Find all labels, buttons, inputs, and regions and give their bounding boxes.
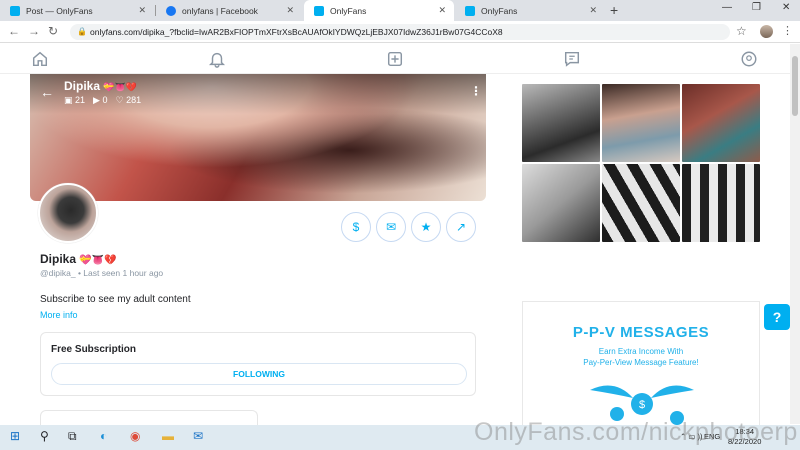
tab-post[interactable]: Post — OnlyFans ✕: [0, 0, 154, 21]
video-icon: ▶: [93, 95, 100, 105]
photos-count: ▣ 21: [64, 95, 86, 105]
gallery-photo[interactable]: [602, 84, 680, 162]
gallery-photo[interactable]: [602, 164, 680, 242]
site-navbar: [0, 44, 800, 74]
gallery-photo[interactable]: [682, 164, 760, 242]
new-tab-button[interactable]: +: [610, 2, 618, 18]
scrollbar[interactable]: [790, 44, 800, 424]
tab-onlyfans[interactable]: OnlyFans ✕: [455, 0, 605, 21]
profile-name: Dipika 💝👅💔: [40, 252, 117, 266]
bell-icon[interactable]: [208, 50, 226, 68]
profile-stats: ▣ 21 ▶ 0 ♡ 281: [64, 95, 141, 106]
tab-label: OnlyFans: [481, 5, 518, 16]
facebook-favicon-icon: [166, 5, 176, 16]
avatar[interactable]: [38, 183, 98, 243]
gallery-photo[interactable]: [682, 84, 760, 162]
restore-icon[interactable]: ❐: [752, 2, 761, 13]
tab-onlyfans-active[interactable]: OnlyFans ✕: [304, 0, 454, 21]
url-text: onlyfans.com/dipika_?fbclid=IwAR2BxFIOPT…: [90, 27, 503, 37]
message-icon: ✉: [385, 220, 397, 234]
close-icon[interactable]: ✕: [138, 5, 146, 16]
close-icon[interactable]: ✕: [286, 5, 294, 16]
videos-count: ▶ 0: [93, 95, 108, 105]
forward-icon[interactable]: →: [28, 24, 40, 38]
share-button[interactable]: ↗: [446, 212, 476, 242]
onlyfans-favicon-icon: [465, 5, 475, 16]
ppv-promo-card[interactable]: P-P-V MESSAGES Earn Extra Income With Pa…: [522, 301, 760, 426]
close-icon[interactable]: ✕: [589, 5, 597, 16]
back-icon[interactable]: ←: [8, 24, 20, 38]
media-gallery: [522, 84, 760, 242]
following-button[interactable]: FOLLOWING: [51, 363, 467, 385]
profile-bio: Subscribe to see my adult content: [40, 294, 191, 305]
promo-title: P-P-V MESSAGES: [572, 324, 710, 341]
message-button[interactable]: ✉: [376, 212, 406, 242]
profile-handle: @dipika_ • Last seen 1 hour ago: [40, 268, 164, 278]
tab-label: onlyfans | Facebook: [182, 5, 258, 16]
address-bar[interactable]: 🔒 onlyfans.com/dipika_?fbclid=IwAR2BxFIO…: [70, 24, 730, 40]
browser-profile-avatar[interactable]: [760, 25, 773, 38]
close-window-icon[interactable]: ✕: [782, 2, 790, 13]
browser-menu-icon[interactable]: ⋮: [782, 24, 793, 37]
close-icon[interactable]: ✕: [438, 5, 446, 16]
likes-count: ♡ 281: [115, 95, 142, 105]
more-info-link[interactable]: More info: [40, 310, 78, 320]
edge-icon[interactable]: ◐: [100, 429, 107, 443]
gallery-photo[interactable]: [522, 84, 600, 162]
mail-icon[interactable]: ✉: [193, 429, 203, 443]
svg-text:$: $: [639, 399, 645, 411]
heart-icon: ♡: [115, 95, 124, 105]
add-post-icon[interactable]: [386, 50, 404, 68]
file-explorer-icon[interactable]: ▬: [162, 429, 174, 443]
cover-image: [30, 74, 486, 201]
promo-subtitle: Earn Extra Income With Pay-Per-View Mess…: [583, 347, 699, 367]
photo-icon: ▣: [64, 95, 73, 105]
watermark-text: OnlyFans.com/nickphotoerp: [474, 418, 798, 446]
subscription-title: Free Subscription: [51, 344, 137, 355]
minimize-icon[interactable]: —: [722, 2, 732, 13]
browser-tab-bar: Post — OnlyFans ✕ onlyfans | Facebook ✕ …: [0, 0, 800, 21]
favorite-button[interactable]: ★: [411, 212, 441, 242]
cover-profile-name: Dipika 💝👅💔: [64, 79, 137, 93]
subscription-card: Free Subscription FOLLOWING: [40, 332, 476, 396]
profile-icon[interactable]: [740, 50, 758, 68]
windows-start-icon[interactable]: ⊞: [10, 429, 20, 443]
home-icon[interactable]: [31, 50, 49, 68]
star-icon: ★: [420, 220, 432, 234]
tab-facebook[interactable]: onlyfans | Facebook ✕: [156, 0, 302, 21]
reload-icon[interactable]: ↻: [48, 24, 58, 38]
browser-toolbar: ← → ↻ 🔒 onlyfans.com/dipika_?fbclid=IwAR…: [0, 21, 800, 43]
bookmark-star-icon[interactable]: ☆: [736, 24, 747, 38]
gallery-photo[interactable]: [522, 164, 600, 242]
dollar-icon: $: [352, 220, 360, 234]
onlyfans-favicon-icon: [10, 5, 20, 16]
task-view-icon[interactable]: ⧉: [68, 429, 77, 444]
tab-label: Post — OnlyFans: [26, 5, 93, 16]
help-button[interactable]: ?: [764, 304, 790, 330]
onlyfans-favicon-icon: [314, 5, 324, 16]
share-icon: ↗: [455, 220, 467, 234]
lock-icon: 🔒: [77, 27, 87, 36]
messages-icon[interactable]: [563, 50, 581, 68]
search-icon[interactable]: ⚲: [40, 429, 49, 443]
back-arrow-icon[interactable]: ←: [40, 84, 54, 100]
tip-button[interactable]: $: [341, 212, 371, 242]
tab-label: OnlyFans: [330, 5, 367, 16]
chrome-icon[interactable]: ◉: [130, 429, 140, 443]
more-options-icon[interactable]: ⋮: [470, 84, 482, 98]
